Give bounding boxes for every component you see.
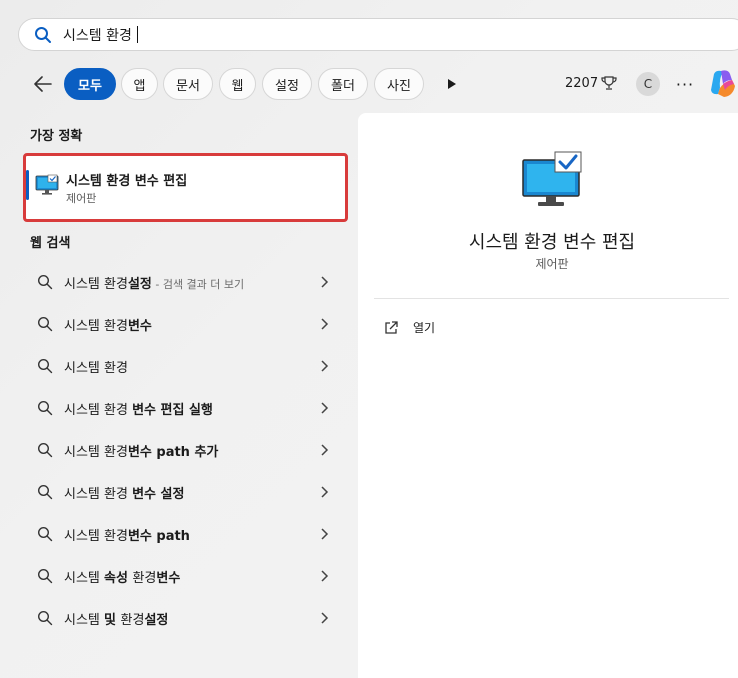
play-icon [448,79,456,89]
trophy-icon [601,76,617,90]
preview-pane: 시스템 환경 변수 편집 제어판 열기 [358,113,738,678]
web-result-item[interactable]: 시스템 및 환경설정 [23,597,348,639]
avatar[interactable]: C [636,72,660,96]
search-icon [37,484,53,500]
points-value: 2207 [565,75,599,91]
web-result-item[interactable]: 시스템 환경 변수 설정 [23,471,348,513]
selection-indicator [26,170,29,200]
open-label: 열기 [413,321,436,335]
best-match-result[interactable]: 시스템 환경 변수 편집 제어판 [23,153,348,222]
web-result-item[interactable]: 시스템 환경설정 - 검색 결과 더 보기 [23,261,348,303]
preview-app-category: 제어판 [535,257,569,271]
filter-bar: 모두 앱 문서 웹 설정 폴더 사진 2207 C ··· [0,66,738,102]
web-result-text: 시스템 환경변수 path [64,528,190,544]
web-result-text: 시스템 및 환경설정 [64,612,169,628]
open-action[interactable]: 열기 [384,319,435,336]
web-result-item[interactable]: 시스템 속성 환경변수 [23,555,348,597]
filter-web[interactable]: 웹 [219,68,256,100]
back-button[interactable] [30,71,56,97]
filter-all[interactable]: 모두 [64,68,116,100]
divider [374,298,729,299]
best-match-heading: 가장 정확 [30,129,83,144]
web-search-heading: 웹 검색 [30,236,71,251]
web-result-text: 시스템 환경 변수 편집 실행 [64,402,213,418]
monitor-check-icon [522,151,582,206]
web-result-text: 시스템 환경 변수 설정 [64,486,185,502]
chevron-right-icon [321,570,329,582]
more-filters-button[interactable] [443,75,461,93]
web-result-item[interactable]: 시스템 환경변수 path [23,513,348,555]
search-icon [37,316,53,332]
rewards-points[interactable]: 2207 [565,75,617,91]
web-result-text: 시스템 환경 [64,360,128,376]
web-result-item[interactable]: 시스템 환경 변수 편집 실행 [23,387,348,429]
web-result-item[interactable]: 시스템 환경변수 [23,303,348,345]
chevron-right-icon [321,276,329,288]
chevron-right-icon [321,612,329,624]
best-match-category: 제어판 [66,192,97,205]
text-caret [136,26,138,43]
search-icon [37,442,53,458]
search-box[interactable]: 시스템 환경 [18,18,738,51]
filter-settings[interactable]: 설정 [262,68,312,100]
chevron-right-icon [321,528,329,540]
search-input[interactable]: 시스템 환경 [63,25,138,45]
filter-apps[interactable]: 앱 [121,68,158,100]
best-match-name: 시스템 환경 변수 편집 [66,174,188,189]
search-icon [37,274,53,290]
open-external-icon [385,320,398,334]
web-result-item[interactable]: 시스템 환경 [23,345,348,387]
search-icon [33,25,53,45]
web-results-list: 시스템 환경설정 - 검색 결과 더 보기 시스템 환경변수 시스템 환경 시스… [23,261,348,639]
web-result-item[interactable]: 시스템 환경변수 path 추가 [23,429,348,471]
preview-app-name: 시스템 환경 변수 편집 [468,232,636,253]
chevron-right-icon [321,360,329,372]
chevron-right-icon [321,444,329,456]
search-icon [37,358,53,374]
chevron-right-icon [321,486,329,498]
web-result-text: 시스템 환경변수 [64,318,152,334]
search-icon [37,526,53,542]
chevron-right-icon [321,318,329,330]
search-icon [37,568,53,584]
arrow-left-icon [34,76,52,92]
web-result-text: 시스템 환경변수 path 추가 [64,444,219,460]
filter-folders[interactable]: 폴더 [318,68,368,100]
chevron-right-icon [321,402,329,414]
search-icon [37,400,53,416]
copilot-icon[interactable] [708,68,738,100]
filter-documents[interactable]: 문서 [163,68,213,100]
web-result-text: 시스템 환경설정 - 검색 결과 더 보기 [64,276,245,292]
filter-photos[interactable]: 사진 [374,68,424,100]
monitor-check-icon [35,174,59,195]
search-icon [37,610,53,626]
web-result-text: 시스템 속성 환경변수 [64,570,181,586]
more-options-button[interactable]: ··· [673,72,697,96]
